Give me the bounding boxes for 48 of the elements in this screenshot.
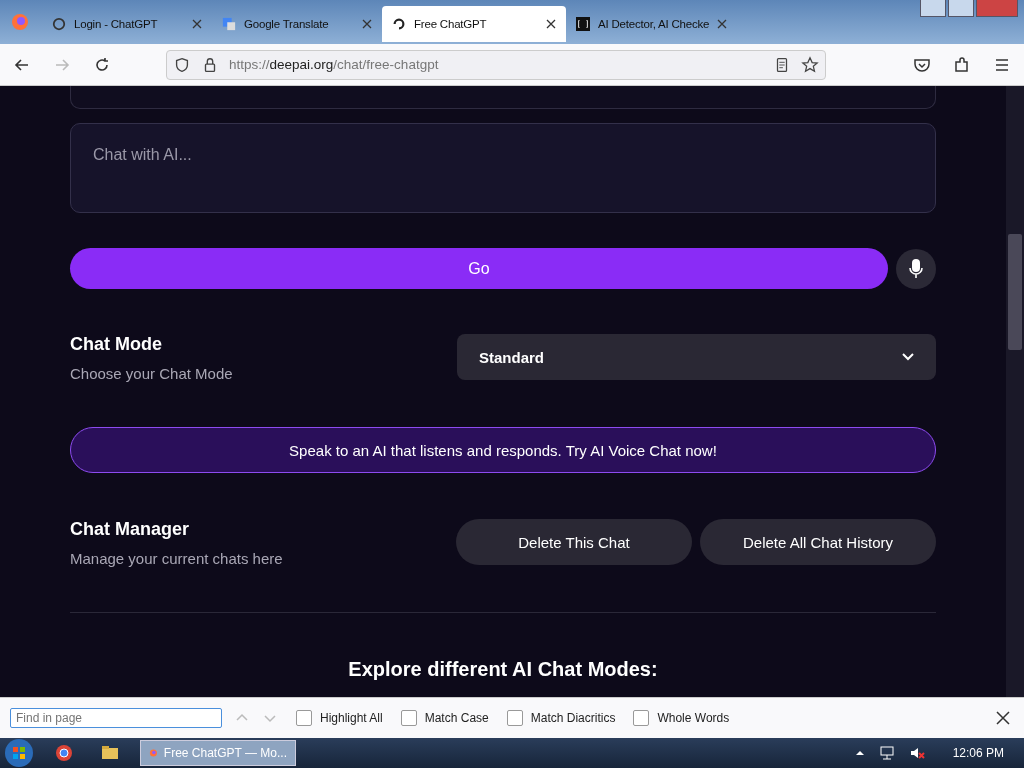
chat-input-field[interactable]: Chat with AI...	[70, 123, 936, 213]
brackets-icon	[576, 17, 590, 31]
network-icon[interactable]	[878, 745, 895, 761]
browser-icon[interactable]	[54, 743, 74, 763]
checkbox[interactable]	[506, 710, 523, 726]
browser-tab[interactable]: Free ChatGPT	[382, 6, 566, 42]
checkbox[interactable]	[400, 710, 417, 726]
checkbox[interactable]	[296, 710, 312, 726]
microphone-button[interactable]	[896, 248, 936, 289]
go-button[interactable]: Go	[70, 248, 888, 289]
muted-speaker-icon[interactable]	[908, 745, 925, 761]
tab-title: Free ChatGPT	[414, 18, 488, 30]
start-button[interactable]	[4, 738, 34, 768]
scrollbar[interactable]	[1006, 86, 1024, 697]
checkbox-label: Whole Words	[657, 711, 730, 725]
tab-title: Google Translate	[244, 18, 330, 30]
translate-icon	[222, 17, 236, 31]
address-bar[interactable]: https://deepai.org/chat/free-chatgpt	[166, 49, 826, 80]
clock: 12:06 PM	[952, 746, 1004, 760]
browser-tab[interactable]: AI Detector, AI Checke	[566, 6, 736, 42]
section-subtitle: Manage your current chats here	[70, 550, 283, 567]
browser-tab[interactable]: Login - ChatGPT	[42, 6, 212, 42]
chat-mode-dropdown[interactable]: Standard	[457, 334, 936, 380]
find-field[interactable]: Find in page	[10, 708, 222, 728]
chevron-icon	[902, 353, 914, 361]
microphone-icon	[909, 258, 923, 279]
section-subtitle: Choose your Chat Mode	[70, 365, 233, 382]
section-title: Chat Mode	[70, 334, 163, 355]
window-label: Free ChatGPT — Mo...	[163, 746, 287, 760]
star-icon[interactable]	[801, 55, 819, 74]
tab-title: AI Detector, AI Checke	[598, 18, 710, 30]
shield-icon	[173, 55, 191, 74]
close-icon[interactable]	[996, 711, 1010, 725]
browser-tab[interactable]: Google Translate	[212, 6, 382, 42]
window-controls[interactable]	[920, 0, 1018, 17]
url-text: https://deepai.org/chat/free-chatgpt	[229, 57, 440, 72]
caret-icon[interactable]	[854, 748, 865, 758]
section-title: Chat Manager	[70, 519, 191, 540]
checkbox-label: Match Diacritics	[530, 711, 616, 725]
close-icon[interactable]	[546, 19, 556, 29]
tab-title: Login - ChatGPT	[74, 18, 159, 30]
section-heading: Explore different AI Chat Modes:	[347, 658, 659, 681]
delete-button[interactable]: Delete All Chat History	[700, 519, 936, 565]
checkbox-label: Match Case	[424, 711, 489, 725]
checkbox-label: Highlight All	[320, 711, 383, 725]
voice-chat-banner[interactable]: Speak to an AI that listens and responds. Try AI Voice Chat now!	[70, 427, 936, 473]
delete-button[interactable]: Delete This Chat	[456, 519, 692, 565]
checkbox[interactable]	[633, 710, 650, 726]
